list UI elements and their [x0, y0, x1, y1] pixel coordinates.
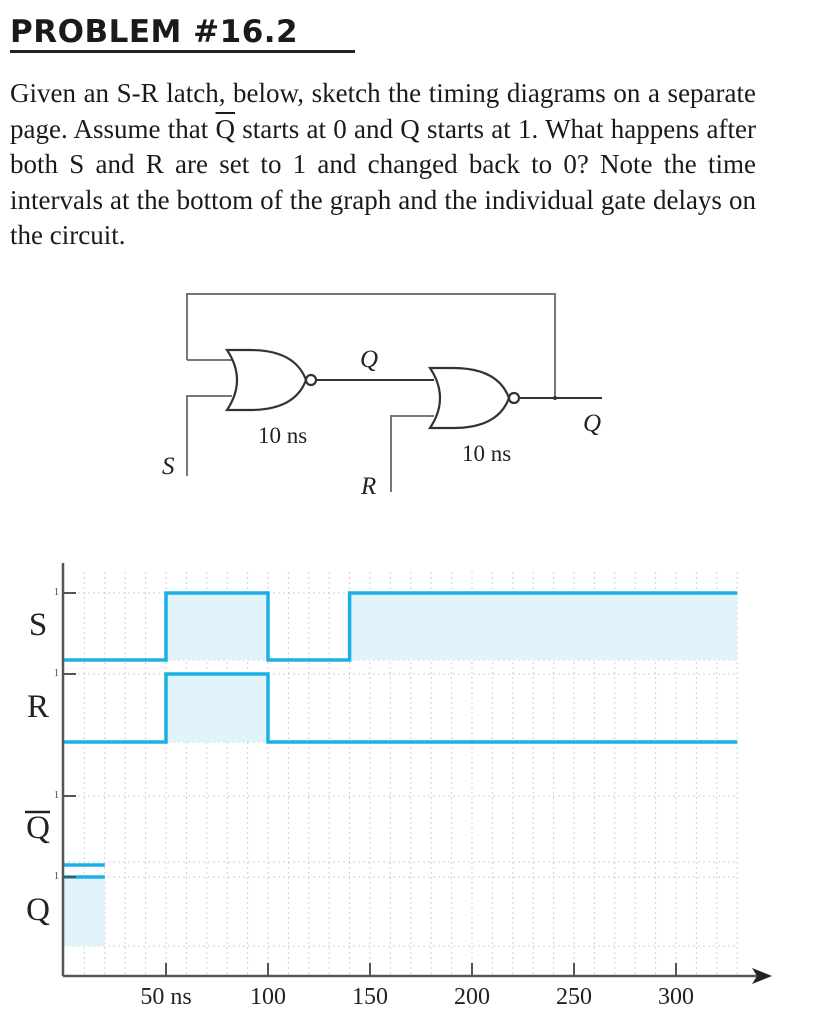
high-level-marker: 1	[54, 668, 59, 679]
timing-diagram: 1 1 1 1 50 ns 100 150 200 250 300 S R Q Q	[25, 563, 772, 1010]
high-level-marker: 1	[54, 790, 59, 801]
x-tick-label: 200	[454, 984, 490, 1010]
signal-label-S: S	[29, 607, 47, 643]
signal-high-fill	[166, 674, 268, 742]
signal-high-fill	[349, 593, 738, 660]
signal-label-R: R	[27, 689, 49, 725]
x-tick-label: 100	[250, 984, 286, 1010]
x-tick-label: 250	[556, 984, 592, 1010]
x-tick-label: 50 ns	[140, 984, 191, 1010]
signal-labels: S R Q Q	[25, 607, 50, 928]
signal-label-Qbar: Q	[26, 810, 50, 846]
high-level-marker: 1	[54, 587, 59, 598]
signal-high-fill	[64, 877, 105, 946]
x-tick-label: 150	[352, 984, 388, 1010]
signal-high-fill	[166, 593, 268, 660]
high-level-marker: 1	[54, 871, 59, 882]
waveform-R	[64, 672, 738, 744]
signal-label-Q: Q	[26, 892, 50, 928]
x-tick-label: 300	[658, 984, 694, 1010]
